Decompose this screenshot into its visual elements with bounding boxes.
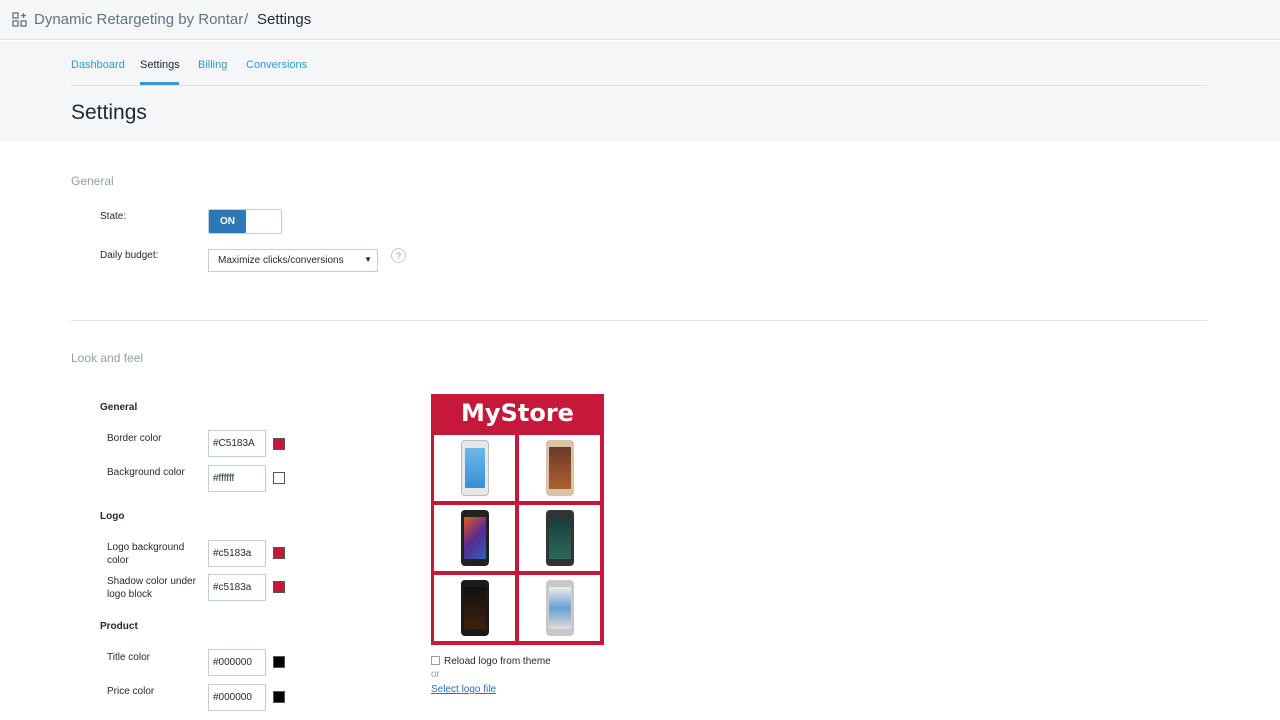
help-icon[interactable]: ? bbox=[391, 248, 406, 263]
breadcrumb-app[interactable]: Dynamic Retargeting by Rontar bbox=[34, 11, 243, 28]
preview-product-cell bbox=[518, 574, 601, 642]
phone-white-icon bbox=[460, 440, 489, 496]
phone-dark-icon bbox=[460, 510, 489, 566]
background-color-swatch[interactable] bbox=[273, 472, 285, 484]
select-logo-link[interactable]: Select logo file bbox=[431, 684, 496, 695]
background-color-input[interactable]: #ffffff bbox=[208, 465, 266, 492]
page-header: Dashboard Settings Billing Conversions S… bbox=[0, 41, 1280, 141]
border-color-swatch[interactable] bbox=[273, 438, 285, 450]
top-bar: Dynamic Retargeting by Rontar / Settings bbox=[0, 0, 1280, 40]
or-text: or bbox=[431, 669, 440, 680]
title-color-swatch[interactable] bbox=[273, 656, 285, 668]
product-subheading: Product bbox=[100, 621, 138, 632]
daily-budget-value: Maximize clicks/conversions bbox=[218, 255, 344, 266]
banner-preview: MyStore bbox=[431, 394, 604, 645]
price-color-label: Price color bbox=[107, 686, 155, 697]
tab-dashboard[interactable]: Dashboard bbox=[71, 59, 125, 71]
breadcrumb-page: Settings bbox=[257, 11, 312, 28]
phone-black-icon bbox=[545, 510, 574, 566]
phone-gold-icon bbox=[545, 440, 574, 496]
daily-budget-select[interactable]: Maximize clicks/conversions ▼ bbox=[208, 249, 378, 272]
logo-background-label: Logo background color bbox=[107, 542, 185, 566]
tab-settings[interactable]: Settings bbox=[140, 59, 180, 71]
page-title: Settings bbox=[71, 101, 147, 124]
daily-budget-label: Daily budget: bbox=[100, 250, 159, 261]
background-color-label: Background color bbox=[107, 467, 185, 478]
logo-background-swatch[interactable] bbox=[273, 547, 285, 559]
title-color-input[interactable]: #000000 bbox=[208, 649, 266, 676]
shadow-color-swatch[interactable] bbox=[273, 581, 285, 593]
preview-product-cell bbox=[433, 504, 516, 572]
breadcrumb-separator: / bbox=[244, 11, 249, 28]
logo-subheading: Logo bbox=[100, 511, 125, 522]
logo-background-input[interactable]: #c5183a bbox=[208, 540, 266, 567]
reload-logo-label: Reload logo from theme bbox=[444, 656, 551, 667]
preview-product-cell bbox=[433, 434, 516, 502]
tab-conversions[interactable]: Conversions bbox=[246, 59, 307, 71]
state-toggle[interactable]: ON bbox=[208, 209, 282, 234]
preview-logo: MyStore bbox=[461, 398, 574, 427]
tab-billing[interactable]: Billing bbox=[198, 59, 227, 71]
tab-bar: Dashboard Settings Billing Conversions bbox=[71, 41, 1205, 86]
shadow-color-input[interactable]: #c5183a bbox=[208, 574, 266, 601]
phone-xperia-icon bbox=[460, 580, 489, 636]
phone-silver-icon bbox=[545, 580, 574, 636]
state-label: State: bbox=[100, 211, 127, 222]
price-color-input[interactable]: #000000 bbox=[208, 684, 266, 711]
preview-product-cell bbox=[433, 574, 516, 642]
reload-logo-checkbox[interactable] bbox=[431, 656, 440, 665]
price-color-swatch[interactable] bbox=[273, 691, 285, 703]
border-color-label: Border color bbox=[107, 433, 162, 444]
dropdown-caret-icon: ▼ bbox=[364, 255, 372, 264]
preview-product-cell bbox=[518, 434, 601, 502]
toggle-on-label: ON bbox=[209, 210, 246, 233]
apps-icon[interactable] bbox=[12, 12, 27, 27]
section-general-title: General bbox=[71, 174, 114, 188]
active-tab-indicator bbox=[140, 82, 179, 85]
border-color-input[interactable]: #C5183A bbox=[208, 430, 266, 457]
shadow-color-label: Shadow color under logo block bbox=[107, 576, 196, 600]
preview-product-cell bbox=[518, 504, 601, 572]
section-look-title: Look and feel bbox=[71, 351, 144, 365]
section-divider bbox=[71, 320, 1207, 321]
title-color-label: Title color bbox=[107, 652, 150, 663]
general-subheading: General bbox=[100, 402, 138, 413]
